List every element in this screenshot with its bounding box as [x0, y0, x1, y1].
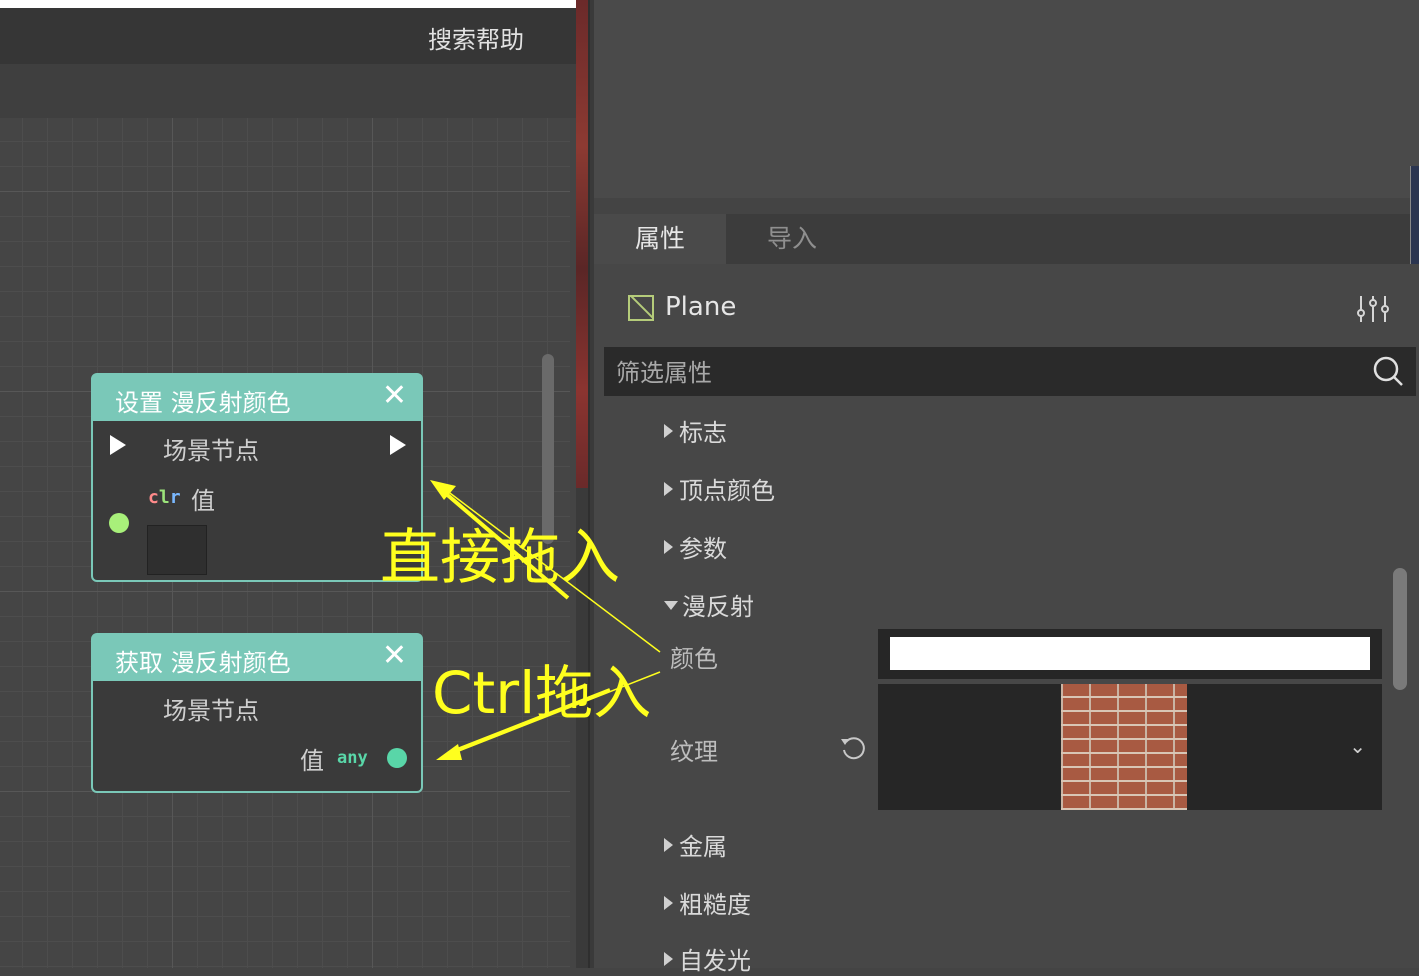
ctrl-drag-annotation: Ctrl拖入 — [432, 659, 652, 727]
direct-drag-annotation: 直接拖入 — [380, 523, 620, 593]
annotation-arrows — [430, 480, 661, 760]
arrowhead — [436, 744, 462, 760]
